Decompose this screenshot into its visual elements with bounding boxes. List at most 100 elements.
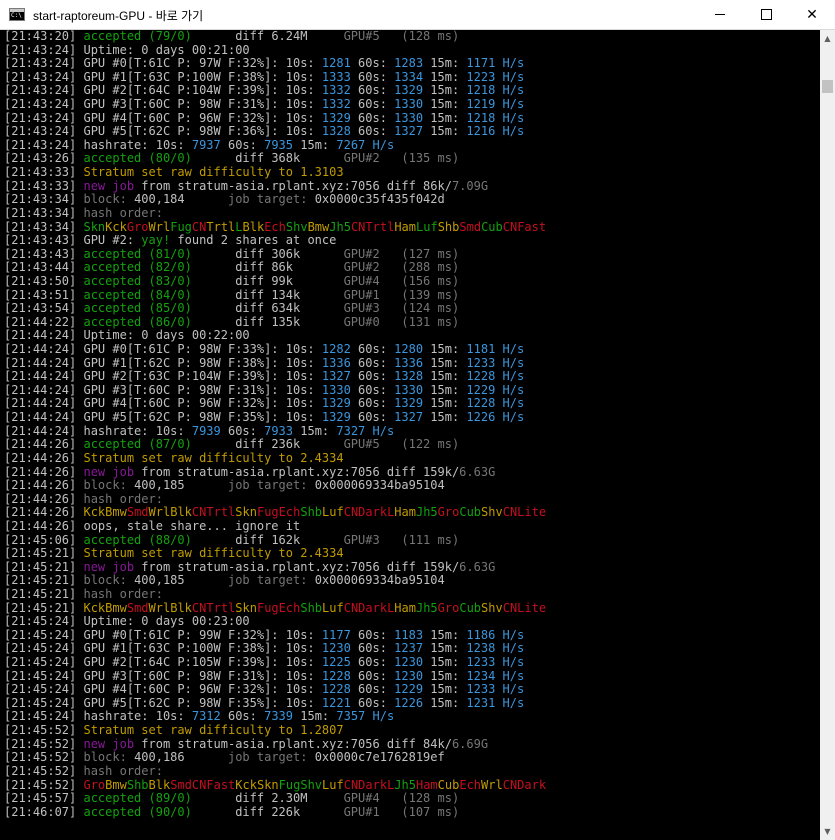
console-text: Trtl [206,219,236,234]
console-text: accepted (89/0) [83,791,192,806]
title-bar[interactable]: start-raptoreum-GPU - 바로 가기 ✕ [0,0,835,30]
console-text: 15m: [293,423,337,438]
console-text: Fug [170,219,192,234]
console-line: [21:44:26] accepted (87/0) diff 236k GPU… [4,437,820,452]
console-text: 1281 [321,56,351,71]
console-line: [21:43:33] new job from stratum-asia.rpl… [4,178,820,194]
console-line: [21:44:24] GPU #2[T:63C P:104W F:39%]: 1… [4,369,820,384]
console-text: 60s: [350,110,395,125]
console-text: [21:45:24] GPU #1[T:63C P:100W F:38%]: 1… [4,641,322,656]
console-text: 15m: [423,641,467,656]
console-text: [21:43:33] [4,165,84,180]
console-text: [21:45:24] hashrate: 10s: [4,709,192,724]
console-line: [21:44:24] GPU #5[T:62C P: 98W F:35%]: 1… [4,410,820,425]
minimize-button[interactable] [697,0,743,29]
console-text: [21:43:24] GPU #5[T:62C P: 98W F:36%]: 1… [4,124,322,139]
console-line: [21:43:24] GPU #1[T:63C P:100W F:38%]: 1… [4,70,820,85]
console-text: [21:45:24] GPU #4[T:60C P: 96W F:32%]: 1… [4,682,322,697]
minimize-icon [715,14,725,15]
console-text: Jh5 [415,600,438,615]
console-text: [21:44:26] [4,450,84,465]
maximize-button[interactable] [743,0,789,29]
console-text: [21:44:24] GPU #4[T:60C P: 96W F:32%]: 1… [4,396,322,411]
console-line: [21:44:24] GPU #0[T:61C P: 98W F:33%]: 1… [4,342,820,357]
console-text: Shb [126,777,149,792]
console-line: [21:45:24] GPU #1[T:63C P:100W F:38%]: 1… [4,642,820,656]
console-text: 1283 [394,56,424,71]
console-text: accepted (85/0) [83,301,192,316]
console-text: 1330 [394,382,424,397]
console-text: 60s: [350,56,395,71]
console-text: 60s: [350,682,395,697]
console-text: Blk [148,777,171,792]
console-text: 1280 [394,342,424,357]
console-text: 1327 [394,124,424,139]
console-text: [21:45:24] Uptime: 0 days 00:23:00 [4,614,250,629]
console-text: 1230 [394,655,424,670]
console-text: [21:45:52] [4,750,84,765]
console-output[interactable]: [21:43:20] accepted (79/0) diff 6.24M GP… [4,30,820,840]
console-text: [21:43:51] [4,287,84,302]
console-text: accepted (88/0) [83,532,192,547]
console-text: diff 134k [191,287,344,302]
console-text: 60s: [220,137,265,152]
console-line: [21:44:22] accepted (86/0) diff 135k GPU… [4,314,820,330]
console-text: [21:44:24] hashrate: 10s: [4,423,192,438]
console-text: Wrl [481,777,503,792]
console-text: Stratum set raw difficulty to 2.4334 [83,546,344,561]
scroll-down-icon[interactable]: ▼ [820,823,835,840]
scroll-up-icon[interactable]: ▲ [820,30,835,47]
console-text: new job [83,178,135,193]
console-text: 1329 [394,396,424,411]
console-text: [21:44:24] GPU #0[T:61C P: 98W F:33%]: 1… [4,342,322,357]
console-line: [21:43:26] accepted (80/0) diff 368k GPU… [4,152,820,166]
console-text: 1336 [321,355,351,370]
console-text: 15m: [423,97,467,112]
console-line: [21:43:24] Uptime: 0 days 00:21:00 [4,43,820,58]
console-text: [21:45:21] [4,573,84,588]
console-text: 60s: [350,641,395,656]
console-text: [21:43:43] GPU #2: [4,233,142,248]
console-text: 1336 [394,355,424,370]
console-text: Jh5 [415,505,438,520]
scrollbar-thumb[interactable] [822,80,833,93]
console-text: 1230 [394,668,424,683]
console-text: [21:44:26] oops, stale share... ignore i… [4,518,301,533]
console-text: hash order: [83,586,163,601]
console-text: 400,185 [134,478,228,493]
console-text: 7937 [191,137,221,152]
console-text: 7312 [191,709,221,724]
console-text: 1327 [321,369,351,384]
console-text: 6.69G [451,736,489,751]
console-line: [21:45:57] accepted (89/0) diff 2.30M GP… [4,791,820,806]
console-text: Fug [256,600,279,615]
console-text: Cub [481,219,503,234]
console-text: 1230 [321,641,351,656]
vertical-scrollbar[interactable]: ▲ ▼ [820,30,835,840]
console-text: 1237 [394,641,424,656]
console-line: [21:43:34] block: 400,184 job target: 0x… [4,193,820,207]
console-text: 15m: [423,355,467,370]
console-text: accepted (83/0) [83,273,192,288]
console-text: 60s: [350,668,395,683]
console-text: Smd [126,600,149,615]
console-text: [21:45:57] [4,791,84,806]
console-text: 0x000069334ba95104 [314,573,445,588]
console-line: [21:45:24] hashrate: 10s: 7312 60s: 7339… [4,710,820,724]
console-line: [21:44:24] Uptime: 0 days 00:22:00 [4,329,820,343]
console-text: [21:45:21] [4,559,84,574]
console-text: GPU#0 (131 ms) [343,314,460,329]
console-text: [21:43:24] GPU #3[T:60C P: 98W F:31%]: 1… [4,97,322,112]
console-text: 60s: [350,655,395,670]
console-text: 1218 H/s [466,110,525,125]
console-line: [21:44:26] Stratum set raw difficulty to… [4,450,820,466]
close-button[interactable]: ✕ [789,0,835,29]
console-text: Stratum set raw difficulty to 2.4334 [83,450,344,465]
console-line: [21:44:24] GPU #4[T:60C P: 96W F:32%]: 1… [4,397,820,411]
console-text: CNLite [502,505,547,520]
console-text: Jh5 [329,219,351,234]
console-text: Gro [126,219,149,234]
console-text: Luf [322,600,344,615]
console-text: Gro [437,600,460,615]
console-text: diff 135k [191,314,344,329]
